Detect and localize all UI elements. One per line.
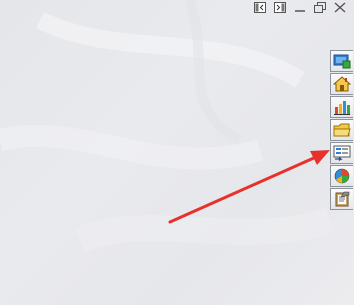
minimize-icon[interactable] — [292, 1, 308, 14]
clipboard-button[interactable] — [330, 188, 353, 210]
panel-right-icon[interactable] — [272, 1, 288, 14]
folder-button[interactable] — [330, 119, 353, 141]
form-list-button[interactable] — [330, 142, 353, 164]
form-list-icon — [333, 145, 351, 161]
home-icon — [333, 76, 351, 92]
clipboard-icon — [335, 191, 350, 207]
panel-left-icon[interactable] — [252, 1, 268, 14]
bar-chart-button[interactable] — [330, 96, 353, 118]
bar-chart-icon — [334, 101, 350, 115]
screen-icon — [333, 54, 351, 69]
home-button[interactable] — [330, 73, 353, 95]
folder-icon — [333, 123, 351, 137]
close-icon[interactable] — [332, 1, 348, 14]
desktop-canvas — [0, 0, 354, 305]
pie-chart-icon — [334, 168, 350, 184]
screen-button[interactable] — [330, 50, 353, 72]
restore-icon[interactable] — [312, 1, 328, 14]
right-dock-toolbar — [330, 50, 354, 210]
background-swirl — [0, 0, 335, 253]
pie-chart-button[interactable] — [330, 165, 353, 187]
window-controls — [252, 0, 348, 14]
